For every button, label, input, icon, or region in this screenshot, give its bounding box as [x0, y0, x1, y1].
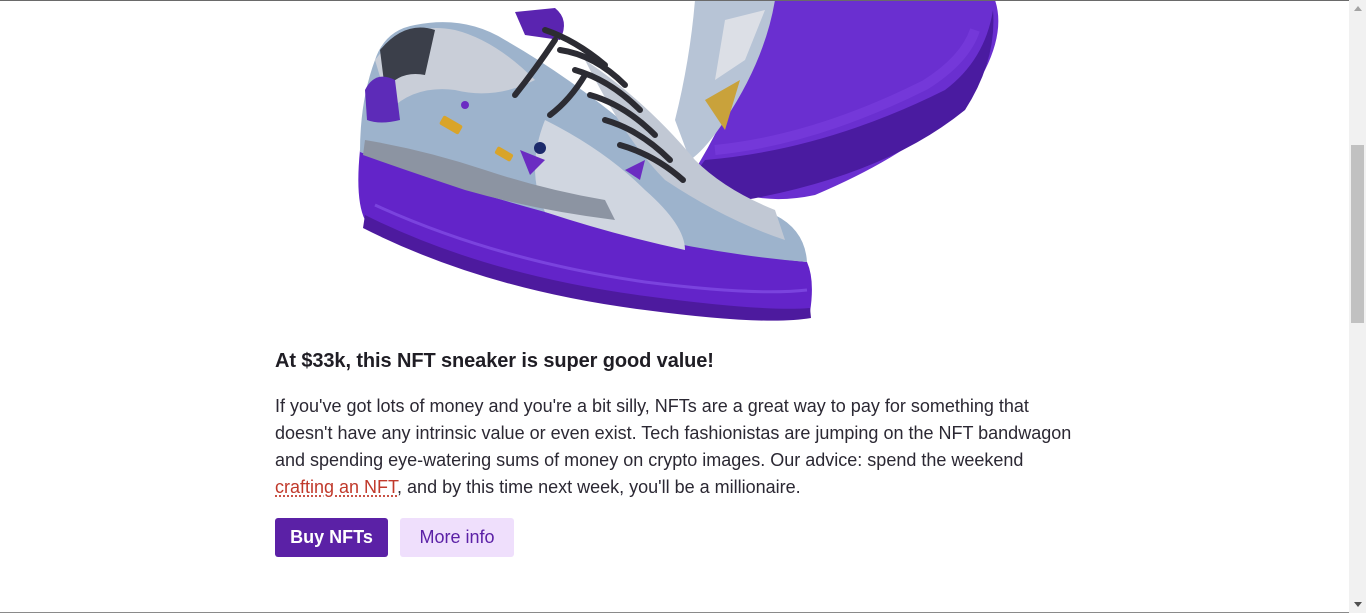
scrollbar-thumb[interactable]	[1351, 145, 1364, 323]
article-body: If you've got lots of money and you're a…	[275, 393, 1075, 501]
vertical-scrollbar[interactable]	[1349, 0, 1366, 613]
article-body-text-before: If you've got lots of money and you're a…	[275, 396, 1072, 470]
more-info-button[interactable]: More info	[400, 518, 514, 557]
crafting-nft-link[interactable]: crafting an NFT	[275, 477, 397, 497]
back-sneaker	[675, 1, 999, 200]
sneaker-image	[358, 1, 999, 321]
article-headline: At $33k, this NFT sneaker is super good …	[275, 350, 714, 372]
scroll-down-arrow-icon[interactable]	[1349, 596, 1366, 613]
article-body-text-after: , and by this time next week, you'll be …	[397, 477, 801, 497]
buy-nfts-button[interactable]: Buy NFTs	[275, 518, 388, 557]
page: At $33k, this NFT sneaker is super good …	[0, 0, 1349, 613]
scroll-up-arrow-icon[interactable]	[1349, 0, 1366, 17]
